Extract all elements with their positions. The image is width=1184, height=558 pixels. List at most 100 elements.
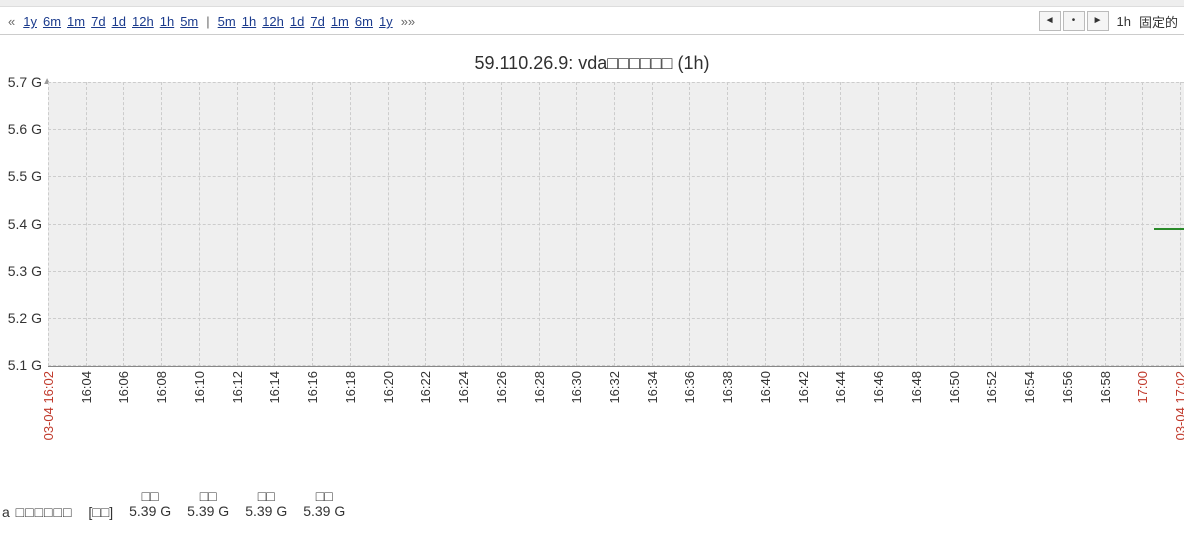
grid-line-vertical bbox=[463, 82, 464, 366]
range-6m-fwd[interactable]: 6m bbox=[355, 14, 373, 29]
x-tick-label: 16:58 bbox=[1098, 371, 1113, 404]
range-12h-fwd[interactable]: 12h bbox=[262, 14, 284, 29]
x-tick-label: 16:16 bbox=[305, 371, 320, 404]
legend-stat-value: 5.39 G bbox=[187, 504, 229, 519]
zoom-out-next[interactable]: »» bbox=[399, 14, 417, 29]
range-separator: | bbox=[204, 14, 211, 29]
grid-line-horizontal bbox=[48, 176, 1184, 177]
grid-line-vertical bbox=[576, 82, 577, 366]
grid-line-vertical bbox=[727, 82, 728, 366]
grid-line-vertical bbox=[1029, 82, 1030, 366]
legend-series[interactable]: a □□□□□□ bbox=[2, 504, 72, 520]
x-tick-label: 16:36 bbox=[682, 371, 697, 404]
nav-dot-button[interactable]: • bbox=[1063, 11, 1085, 31]
x-tick-label: 16:26 bbox=[494, 371, 509, 404]
x-tick-label: 16:18 bbox=[343, 371, 358, 404]
grid-line-vertical bbox=[652, 82, 653, 366]
x-tick-label: 16:48 bbox=[909, 371, 924, 404]
y-tick-label: 5.7 G bbox=[8, 74, 42, 90]
grid-line-vertical bbox=[991, 82, 992, 366]
grid-line-vertical bbox=[161, 82, 162, 366]
range-6m-back[interactable]: 6m bbox=[43, 14, 61, 29]
x-axis: 03-04 16:0216:0416:0616:0816:1016:1216:1… bbox=[48, 367, 1184, 487]
legend-row: a □□□□□□ [□□] □□ 5.39 G □□ 5.39 G □□ 5.3… bbox=[0, 489, 1184, 520]
range-7d-fwd[interactable]: 7d bbox=[310, 14, 324, 29]
grid-line-vertical bbox=[86, 82, 87, 366]
y-tick-label: 5.3 G bbox=[8, 263, 42, 279]
grid-line-vertical bbox=[765, 82, 766, 366]
range-1y-fwd[interactable]: 1y bbox=[379, 14, 393, 29]
grid-line-vertical bbox=[803, 82, 804, 366]
grid-line-vertical bbox=[501, 82, 502, 366]
nav-prev-button[interactable]: ◄ bbox=[1039, 11, 1061, 31]
grid-line-vertical bbox=[237, 82, 238, 366]
range-1m-fwd[interactable]: 1m bbox=[331, 14, 349, 29]
nav-buttons: ◄ • ► bbox=[1039, 11, 1109, 31]
x-tick-label: 03-04 17:02 bbox=[1173, 371, 1184, 440]
chart-plot-area[interactable] bbox=[48, 82, 1184, 367]
x-tick-label: 03-04 16:02 bbox=[41, 371, 56, 440]
y-tick-label: 5.5 G bbox=[8, 168, 42, 184]
x-tick-label: 17:00 bbox=[1135, 371, 1150, 404]
legend-stat-header: □□ bbox=[258, 489, 275, 504]
window-strip bbox=[0, 0, 1184, 7]
y-tick-label: 5.1 G bbox=[8, 357, 42, 373]
legend-stat-header: □□ bbox=[200, 489, 217, 504]
range-1m-back[interactable]: 1m bbox=[67, 14, 85, 29]
range-12h-back[interactable]: 12h bbox=[132, 14, 154, 29]
nav-next-button[interactable]: ► bbox=[1087, 11, 1109, 31]
range-5m-back[interactable]: 5m bbox=[180, 14, 198, 29]
legend-stat-3: □□ 5.39 G bbox=[303, 489, 345, 520]
x-tick-label: 16:32 bbox=[607, 371, 622, 404]
x-tick-label: 16:50 bbox=[947, 371, 962, 404]
x-tick-label: 16:28 bbox=[532, 371, 547, 404]
fixed-label: 固定的 bbox=[1139, 12, 1178, 31]
range-1h-fwd[interactable]: 1h bbox=[242, 14, 256, 29]
x-tick-label: 16:42 bbox=[796, 371, 811, 404]
series-line bbox=[1154, 228, 1184, 230]
grid-line-horizontal bbox=[48, 82, 1184, 83]
legend-all-toggle[interactable]: [□□] bbox=[88, 504, 113, 520]
range-7d-back[interactable]: 7d bbox=[91, 14, 105, 29]
grid-line-vertical bbox=[1142, 82, 1143, 366]
y-tick-label: 5.2 G bbox=[8, 310, 42, 326]
range-1d-fwd[interactable]: 1d bbox=[290, 14, 304, 29]
grid-line-vertical bbox=[48, 82, 49, 366]
chart-title: 59.110.26.9: vda□□□□□□ (1h) bbox=[0, 53, 1184, 74]
grid-line-horizontal bbox=[48, 129, 1184, 130]
toolbar-right: ◄ • ► 1h 固定的 bbox=[1039, 11, 1178, 33]
x-tick-label: 16:10 bbox=[192, 371, 207, 404]
x-tick-label: 16:40 bbox=[758, 371, 773, 404]
x-tick-label: 16:24 bbox=[456, 371, 471, 404]
legend-stat-2: □□ 5.39 G bbox=[245, 489, 287, 520]
range-1h-back[interactable]: 1h bbox=[160, 14, 174, 29]
legend-stat-header: □□ bbox=[316, 489, 333, 504]
legend-stat-0: □□ 5.39 G bbox=[129, 489, 171, 520]
legend-series-label: a □□□□□□ bbox=[2, 504, 72, 520]
x-tick-label: 16:38 bbox=[720, 371, 735, 404]
grid-line-vertical bbox=[199, 82, 200, 366]
x-tick-label: 16:12 bbox=[230, 371, 245, 404]
legend-stat-1: □□ 5.39 G bbox=[187, 489, 229, 520]
x-tick-label: 16:54 bbox=[1022, 371, 1037, 404]
grid-line-vertical bbox=[954, 82, 955, 366]
grid-line-vertical bbox=[312, 82, 313, 366]
range-1y-back[interactable]: 1y bbox=[23, 14, 37, 29]
grid-line-vertical bbox=[388, 82, 389, 366]
x-tick-label: 16:44 bbox=[833, 371, 848, 404]
zoom-out-prev[interactable]: « bbox=[6, 14, 17, 29]
legend-stat-value: 5.39 G bbox=[245, 504, 287, 519]
time-range-toolbar: « 1y 6m 1m 7d 1d 12h 1h 5m | 5m 1h 12h 1… bbox=[0, 7, 1184, 35]
range-1d-back[interactable]: 1d bbox=[112, 14, 126, 29]
x-tick-label: 16:06 bbox=[116, 371, 131, 404]
legend-stat-value: 5.39 G bbox=[129, 504, 171, 519]
grid-line-vertical bbox=[539, 82, 540, 366]
grid-line-horizontal bbox=[48, 365, 1184, 366]
range-5m-fwd[interactable]: 5m bbox=[218, 14, 236, 29]
y-axis: ▲ 5.7 G5.6 G5.5 G5.4 G5.3 G5.2 G5.1 G bbox=[0, 82, 48, 365]
x-tick-label: 16:52 bbox=[984, 371, 999, 404]
x-tick-label: 16:22 bbox=[418, 371, 433, 404]
x-tick-label: 16:30 bbox=[569, 371, 584, 404]
grid-line-vertical bbox=[1180, 82, 1181, 366]
y-tick-label: 5.4 G bbox=[8, 216, 42, 232]
